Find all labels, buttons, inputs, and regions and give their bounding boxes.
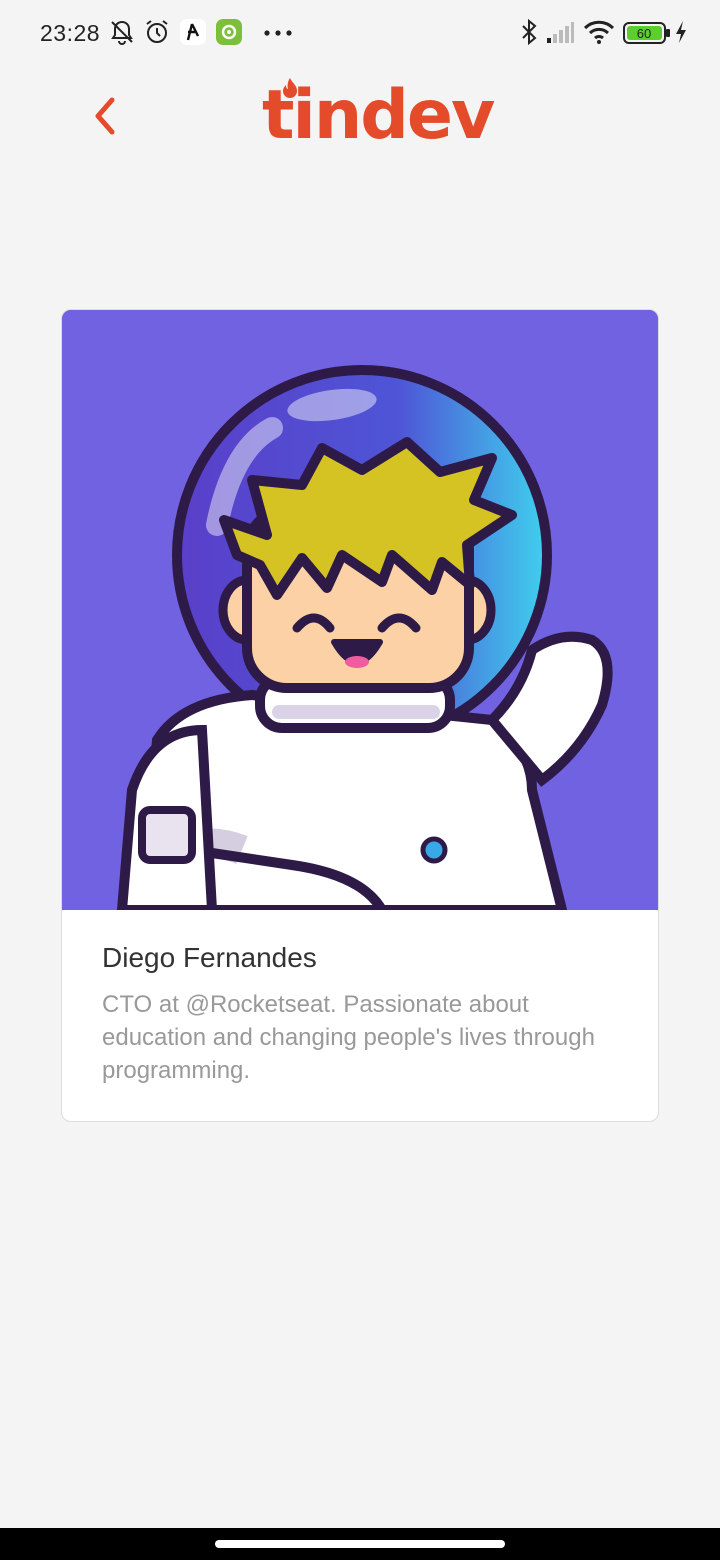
status-time: 23:28: [40, 20, 101, 46]
back-button[interactable]: [78, 86, 132, 146]
profile-avatar: [62, 310, 658, 915]
profile-info: Diego Fernandes CTO at @Rocketseat. Pass…: [102, 942, 622, 1087]
tindev-logo: tindev: [262, 76, 495, 156]
settings-notification-icon: [215, 18, 243, 52]
alarm-icon: [143, 18, 171, 52]
app-notification-icon: [179, 18, 207, 52]
charging-icon: [673, 18, 689, 52]
home-indicator[interactable]: [215, 1540, 505, 1548]
profile-card[interactable]: Diego Fernandes CTO at @Rocketseat. Pass…: [61, 309, 659, 1122]
signal-icon: [545, 18, 575, 52]
astronaut-illustration: [62, 310, 658, 915]
status-bar: 23:28 60: [0, 0, 720, 66]
profile-bio: CTO at @Rocketseat. Passionate about edu…: [102, 991, 595, 1084]
bluetooth-icon: [518, 18, 540, 52]
profile-name: Diego Fernandes: [102, 942, 317, 973]
wifi-icon: [582, 18, 616, 52]
mute-icon: [108, 18, 136, 52]
more-dots-icon: [262, 22, 294, 49]
chevron-left-icon: [95, 97, 115, 135]
battery-level: 60: [637, 26, 651, 41]
system-nav-bar: [0, 1528, 720, 1560]
header: tindev: [0, 66, 720, 176]
flame-icon: [283, 78, 297, 98]
battery-icon: 60: [623, 22, 671, 50]
